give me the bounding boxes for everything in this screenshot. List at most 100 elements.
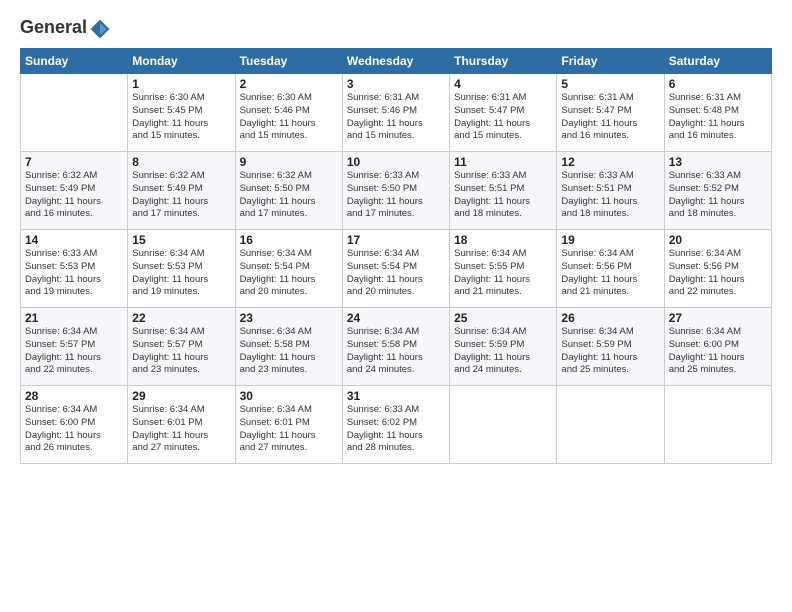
day-cell: 19Sunrise: 6:34 AM Sunset: 5:56 PM Dayli…	[557, 230, 664, 308]
day-number: 9	[240, 155, 338, 169]
day-cell: 25Sunrise: 6:34 AM Sunset: 5:59 PM Dayli…	[450, 308, 557, 386]
weekday-header-monday: Monday	[128, 49, 235, 74]
day-info: Sunrise: 6:30 AM Sunset: 5:45 PM Dayligh…	[132, 92, 230, 143]
day-cell: 18Sunrise: 6:34 AM Sunset: 5:55 PM Dayli…	[450, 230, 557, 308]
day-number: 14	[25, 233, 123, 247]
day-cell: 1Sunrise: 6:30 AM Sunset: 5:45 PM Daylig…	[128, 74, 235, 152]
day-cell: 4Sunrise: 6:31 AM Sunset: 5:47 PM Daylig…	[450, 74, 557, 152]
day-info: Sunrise: 6:34 AM Sunset: 5:56 PM Dayligh…	[669, 248, 767, 299]
weekday-header-row: SundayMondayTuesdayWednesdayThursdayFrid…	[21, 49, 772, 74]
day-number: 10	[347, 155, 445, 169]
day-info: Sunrise: 6:33 AM Sunset: 6:02 PM Dayligh…	[347, 404, 445, 455]
day-info: Sunrise: 6:32 AM Sunset: 5:50 PM Dayligh…	[240, 170, 338, 221]
day-info: Sunrise: 6:34 AM Sunset: 5:55 PM Dayligh…	[454, 248, 552, 299]
day-cell: 14Sunrise: 6:33 AM Sunset: 5:53 PM Dayli…	[21, 230, 128, 308]
day-number: 27	[669, 311, 767, 325]
day-number: 22	[132, 311, 230, 325]
day-info: Sunrise: 6:34 AM Sunset: 6:01 PM Dayligh…	[132, 404, 230, 455]
day-cell: 17Sunrise: 6:34 AM Sunset: 5:54 PM Dayli…	[342, 230, 449, 308]
day-number: 7	[25, 155, 123, 169]
day-cell: 5Sunrise: 6:31 AM Sunset: 5:47 PM Daylig…	[557, 74, 664, 152]
day-cell: 9Sunrise: 6:32 AM Sunset: 5:50 PM Daylig…	[235, 152, 342, 230]
day-cell: 3Sunrise: 6:31 AM Sunset: 5:46 PM Daylig…	[342, 74, 449, 152]
day-info: Sunrise: 6:34 AM Sunset: 6:00 PM Dayligh…	[669, 326, 767, 377]
logo-general: General	[20, 18, 111, 40]
day-number: 25	[454, 311, 552, 325]
week-row-4: 21Sunrise: 6:34 AM Sunset: 5:57 PM Dayli…	[21, 308, 772, 386]
day-info: Sunrise: 6:34 AM Sunset: 5:54 PM Dayligh…	[240, 248, 338, 299]
day-info: Sunrise: 6:31 AM Sunset: 5:47 PM Dayligh…	[454, 92, 552, 143]
day-cell: 2Sunrise: 6:30 AM Sunset: 5:46 PM Daylig…	[235, 74, 342, 152]
day-cell: 7Sunrise: 6:32 AM Sunset: 5:49 PM Daylig…	[21, 152, 128, 230]
day-info: Sunrise: 6:34 AM Sunset: 5:57 PM Dayligh…	[25, 326, 123, 377]
day-cell: 16Sunrise: 6:34 AM Sunset: 5:54 PM Dayli…	[235, 230, 342, 308]
day-info: Sunrise: 6:31 AM Sunset: 5:46 PM Dayligh…	[347, 92, 445, 143]
day-number: 3	[347, 77, 445, 91]
day-number: 5	[561, 77, 659, 91]
day-number: 26	[561, 311, 659, 325]
day-cell	[557, 386, 664, 464]
day-number: 8	[132, 155, 230, 169]
day-info: Sunrise: 6:34 AM Sunset: 5:59 PM Dayligh…	[561, 326, 659, 377]
weekday-header-tuesday: Tuesday	[235, 49, 342, 74]
week-row-2: 7Sunrise: 6:32 AM Sunset: 5:49 PM Daylig…	[21, 152, 772, 230]
day-number: 19	[561, 233, 659, 247]
calendar-table: SundayMondayTuesdayWednesdayThursdayFrid…	[20, 48, 772, 464]
day-cell: 6Sunrise: 6:31 AM Sunset: 5:48 PM Daylig…	[664, 74, 771, 152]
day-cell: 30Sunrise: 6:34 AM Sunset: 6:01 PM Dayli…	[235, 386, 342, 464]
day-info: Sunrise: 6:33 AM Sunset: 5:53 PM Dayligh…	[25, 248, 123, 299]
day-cell: 31Sunrise: 6:33 AM Sunset: 6:02 PM Dayli…	[342, 386, 449, 464]
weekday-header-thursday: Thursday	[450, 49, 557, 74]
day-info: Sunrise: 6:33 AM Sunset: 5:51 PM Dayligh…	[561, 170, 659, 221]
day-cell: 22Sunrise: 6:34 AM Sunset: 5:57 PM Dayli…	[128, 308, 235, 386]
weekday-header-sunday: Sunday	[21, 49, 128, 74]
day-number: 15	[132, 233, 230, 247]
day-number: 6	[669, 77, 767, 91]
week-row-3: 14Sunrise: 6:33 AM Sunset: 5:53 PM Dayli…	[21, 230, 772, 308]
day-cell: 13Sunrise: 6:33 AM Sunset: 5:52 PM Dayli…	[664, 152, 771, 230]
weekday-header-saturday: Saturday	[664, 49, 771, 74]
day-info: Sunrise: 6:34 AM Sunset: 5:58 PM Dayligh…	[240, 326, 338, 377]
day-info: Sunrise: 6:33 AM Sunset: 5:52 PM Dayligh…	[669, 170, 767, 221]
day-info: Sunrise: 6:32 AM Sunset: 5:49 PM Dayligh…	[25, 170, 123, 221]
day-cell: 27Sunrise: 6:34 AM Sunset: 6:00 PM Dayli…	[664, 308, 771, 386]
day-info: Sunrise: 6:31 AM Sunset: 5:48 PM Dayligh…	[669, 92, 767, 143]
day-info: Sunrise: 6:34 AM Sunset: 5:58 PM Dayligh…	[347, 326, 445, 377]
day-cell	[21, 74, 128, 152]
day-number: 31	[347, 389, 445, 403]
day-number: 20	[669, 233, 767, 247]
week-row-1: 1Sunrise: 6:30 AM Sunset: 5:45 PM Daylig…	[21, 74, 772, 152]
header: General	[20, 18, 772, 40]
day-number: 1	[132, 77, 230, 91]
day-info: Sunrise: 6:34 AM Sunset: 5:56 PM Dayligh…	[561, 248, 659, 299]
day-cell: 10Sunrise: 6:33 AM Sunset: 5:50 PM Dayli…	[342, 152, 449, 230]
day-info: Sunrise: 6:33 AM Sunset: 5:50 PM Dayligh…	[347, 170, 445, 221]
day-cell: 21Sunrise: 6:34 AM Sunset: 5:57 PM Dayli…	[21, 308, 128, 386]
day-number: 17	[347, 233, 445, 247]
day-cell	[664, 386, 771, 464]
day-number: 12	[561, 155, 659, 169]
day-number: 2	[240, 77, 338, 91]
day-number: 29	[132, 389, 230, 403]
day-info: Sunrise: 6:33 AM Sunset: 5:51 PM Dayligh…	[454, 170, 552, 221]
day-number: 18	[454, 233, 552, 247]
day-number: 4	[454, 77, 552, 91]
day-cell: 23Sunrise: 6:34 AM Sunset: 5:58 PM Dayli…	[235, 308, 342, 386]
day-info: Sunrise: 6:34 AM Sunset: 5:57 PM Dayligh…	[132, 326, 230, 377]
day-cell: 15Sunrise: 6:34 AM Sunset: 5:53 PM Dayli…	[128, 230, 235, 308]
day-info: Sunrise: 6:34 AM Sunset: 5:54 PM Dayligh…	[347, 248, 445, 299]
weekday-header-wednesday: Wednesday	[342, 49, 449, 74]
logo: General	[20, 18, 111, 40]
day-cell: 29Sunrise: 6:34 AM Sunset: 6:01 PM Dayli…	[128, 386, 235, 464]
day-number: 16	[240, 233, 338, 247]
day-number: 24	[347, 311, 445, 325]
day-info: Sunrise: 6:31 AM Sunset: 5:47 PM Dayligh…	[561, 92, 659, 143]
day-info: Sunrise: 6:34 AM Sunset: 6:01 PM Dayligh…	[240, 404, 338, 455]
day-info: Sunrise: 6:34 AM Sunset: 6:00 PM Dayligh…	[25, 404, 123, 455]
day-number: 30	[240, 389, 338, 403]
day-info: Sunrise: 6:30 AM Sunset: 5:46 PM Dayligh…	[240, 92, 338, 143]
day-number: 23	[240, 311, 338, 325]
day-cell: 24Sunrise: 6:34 AM Sunset: 5:58 PM Dayli…	[342, 308, 449, 386]
day-cell	[450, 386, 557, 464]
day-number: 28	[25, 389, 123, 403]
